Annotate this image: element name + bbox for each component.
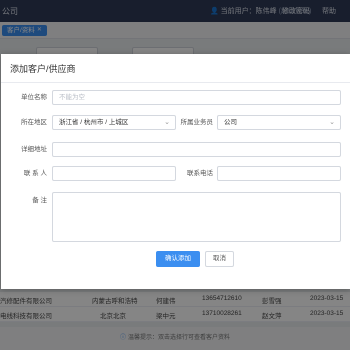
salesperson-value: 公司	[224, 119, 237, 126]
salesperson-select[interactable]: 公司 ⌄	[217, 115, 341, 130]
region-select[interactable]: 浙江省 / 杭州市 / 上城区 ⌄	[52, 115, 176, 130]
add-customer-dialog: 添加客户/供应商 单位名称 不能为空 所在地区 浙江省 / 杭州市 / 上城区 …	[1, 54, 350, 289]
address-input[interactable]	[52, 142, 341, 157]
cancel-button[interactable]: 取消	[205, 251, 234, 267]
phone-label: 联系电话	[187, 170, 213, 177]
salesperson-label: 所属业务员	[180, 119, 214, 126]
phone-input[interactable]	[217, 166, 341, 181]
unit-name-label: 单位名称	[21, 94, 47, 101]
address-label: 详细地址	[21, 146, 47, 153]
contact-input[interactable]	[52, 166, 176, 181]
remark-textarea[interactable]	[52, 192, 341, 242]
region-value: 浙江省 / 杭州市 / 上城区	[59, 119, 129, 126]
confirm-add-button[interactable]: 确认添加	[156, 251, 200, 267]
contact-label: 联 系 人	[23, 170, 47, 177]
unit-name-input[interactable]: 不能为空	[52, 90, 341, 105]
region-label: 所在地区	[21, 119, 47, 126]
chevron-down-icon: ⌄	[329, 119, 335, 126]
remark-label: 备 注	[32, 197, 47, 204]
dialog-header: 添加客户/供应商	[1, 54, 350, 83]
dialog-title: 添加客户/供应商	[10, 64, 76, 74]
